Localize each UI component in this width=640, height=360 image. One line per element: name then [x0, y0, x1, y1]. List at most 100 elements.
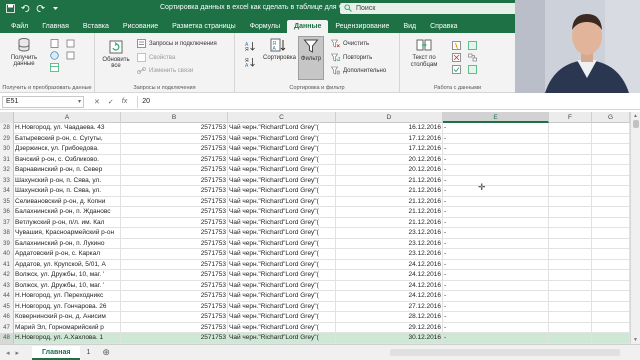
cell-b[interactable]: 2571753	[121, 175, 228, 186]
data-validation-button[interactable]	[452, 65, 461, 74]
cell-a[interactable]: Чувашия, Красноармейский р-он	[14, 228, 121, 239]
cell-e[interactable]: -	[443, 186, 549, 197]
cell-f[interactable]	[549, 280, 592, 291]
table-row[interactable]: 36 Балахнинский р-он, п. Ждановс 2571753 Ча…	[0, 207, 630, 218]
tab-view[interactable]: Вид	[396, 23, 423, 33]
table-row[interactable]: 40 Ардатовский р-он, с. Каркал 2571753 Чай …	[0, 249, 630, 260]
cell-g[interactable]	[592, 259, 630, 270]
cell-c[interactable]: Чай черн."Richard"Lord Grey"(	[228, 238, 336, 249]
cell-c[interactable]: Чай черн."Richard"Lord Grey"(	[228, 144, 336, 155]
table-row[interactable]: 28 Н.Новгород, ул. Чаадаева. 43 2571753 Чай…	[0, 123, 630, 134]
table-row[interactable]: 31 Вачский р-он, с. Озбликово. 2571753 Чай …	[0, 154, 630, 165]
from-text-button[interactable]	[50, 39, 59, 48]
cell-c[interactable]: Чай черн."Richard"Lord Grey"(	[228, 291, 336, 302]
table-row[interactable]: 34 Шахунский р-он, п. Сява, ул. 2571753 Чай…	[0, 186, 630, 197]
tab-draw[interactable]: Рисование	[116, 23, 165, 33]
cell-g[interactable]	[592, 133, 630, 144]
row-header[interactable]: 32	[0, 165, 14, 176]
chevron-down-icon[interactable]: ▾	[78, 97, 81, 107]
cell-d[interactable]: 24.12.2016	[336, 259, 443, 270]
edit-links-button[interactable]: Изменить связи	[137, 66, 193, 75]
cell-g[interactable]	[592, 154, 630, 165]
cell-a[interactable]: Шахунский р-он, п. Сява, ул.	[14, 186, 121, 197]
cell-a[interactable]: Варнавинский р-он, п. Север	[14, 165, 121, 176]
table-row[interactable]: 44 Н.Новгород, ул. Переходникс 2571753 Чай …	[0, 291, 630, 302]
cell-e[interactable]: -	[443, 259, 549, 270]
cell-f[interactable]	[549, 333, 592, 344]
table-row[interactable]: 43 Волжск, ул. Дружбы, 10, маг. ' 2571753 Ч…	[0, 280, 630, 291]
advanced-filter-button[interactable]: Дополнительно	[331, 66, 386, 75]
cell-f[interactable]	[549, 123, 592, 134]
cell-a[interactable]: Балахнинский р-он, п. Лукино	[14, 238, 121, 249]
cell-e[interactable]: -	[443, 196, 549, 207]
cell-a[interactable]: Ардатов, ул. Крупской, 5/01, А	[14, 259, 121, 270]
table-row[interactable]: 39 Балахнинский р-он, п. Лукино 2571753 Чай…	[0, 238, 630, 249]
sheet-next-icon[interactable]: ▸	[16, 349, 20, 357]
get-data-button[interactable]: Получить данные	[6, 37, 42, 67]
cell-f[interactable]	[549, 249, 592, 260]
cell-g[interactable]	[592, 333, 630, 344]
cell-d[interactable]: 21.12.2016	[336, 217, 443, 228]
sort-desc-button[interactable]: ЯА	[245, 57, 255, 67]
row-header[interactable]: 47	[0, 322, 14, 333]
cell-c[interactable]: Чай черн."Richard"Lord Grey"(	[228, 333, 336, 344]
cell-d[interactable]: 21.12.2016	[336, 186, 443, 197]
cell-a[interactable]: Н.Новгород, ул. Переходникс	[14, 291, 121, 302]
cell-f[interactable]	[549, 196, 592, 207]
cell-d[interactable]: 16.12.2016	[336, 123, 443, 134]
search-box[interactable]: Поиск	[340, 3, 520, 14]
formula-input[interactable]: 20	[137, 95, 640, 108]
cell-d[interactable]: 21.12.2016	[336, 207, 443, 218]
cell-f[interactable]	[549, 165, 592, 176]
cell-c[interactable]: Чай черн."Richard"Lord Grey"(	[228, 249, 336, 260]
column-header-b[interactable]: B	[121, 112, 228, 123]
cell-d[interactable]: 30.12.2016	[336, 333, 443, 344]
row-header[interactable]: 40	[0, 249, 14, 260]
row-header[interactable]: 43	[0, 280, 14, 291]
cell-e[interactable]: -	[443, 123, 549, 134]
flash-fill-button[interactable]	[452, 41, 461, 50]
queries-connections-button[interactable]: Запросы и подключения	[137, 39, 217, 48]
cell-b[interactable]: 2571753	[121, 165, 228, 176]
cell-g[interactable]	[592, 217, 630, 228]
row-header[interactable]: 34	[0, 186, 14, 197]
cell-d[interactable]: 17.12.2016	[336, 133, 443, 144]
table-row[interactable]: 42 Волжск, ул. Дружбы, 10, маг. ' 2571753 Ч…	[0, 270, 630, 281]
cell-c[interactable]: Чай черн."Richard"Lord Grey"(	[228, 228, 336, 239]
cell-g[interactable]	[592, 322, 630, 333]
cell-a[interactable]: Шахунский р-он, п. Сява, ул.	[14, 175, 121, 186]
tab-review[interactable]: Рецензирование	[328, 23, 396, 33]
sheet-tab-other[interactable]: 1	[80, 349, 96, 356]
cell-c[interactable]: Чай черн."Richard"Lord Grey"(	[228, 175, 336, 186]
vertical-scrollbar[interactable]: ▲ ▼	[630, 112, 640, 344]
cell-f[interactable]	[549, 207, 592, 218]
cell-d[interactable]: 17.12.2016	[336, 144, 443, 155]
cell-b[interactable]: 2571753	[121, 207, 228, 218]
cell-f[interactable]	[549, 270, 592, 281]
cell-e[interactable]: -	[443, 291, 549, 302]
cell-a[interactable]: Селивановский р-он, д. Копни	[14, 196, 121, 207]
row-header[interactable]: 39	[0, 238, 14, 249]
sheet-tab-active[interactable]: Главная	[32, 345, 81, 360]
cell-g[interactable]	[592, 123, 630, 134]
cell-e[interactable]: -	[443, 249, 549, 260]
cell-e[interactable]: -	[443, 175, 549, 186]
cell-d[interactable]: 20.12.2016	[336, 154, 443, 165]
table-row[interactable]: 33 Шахунский р-он, п. Сява, ул. 2571753 Чай…	[0, 175, 630, 186]
cell-d[interactable]: 23.12.2016	[336, 249, 443, 260]
cell-e[interactable]: -	[443, 270, 549, 281]
cell-e[interactable]: -	[443, 207, 549, 218]
text-to-columns-button[interactable]: Текст по столбцам	[404, 37, 444, 69]
table-row[interactable]: 35 Селивановский р-он, д. Копни 2571753 Чай…	[0, 196, 630, 207]
select-all-corner[interactable]	[0, 112, 14, 123]
cell-c[interactable]: Чай черн."Richard"Lord Grey"(	[228, 280, 336, 291]
cell-g[interactable]	[592, 186, 630, 197]
cell-g[interactable]	[592, 238, 630, 249]
customize-qat-icon[interactable]	[51, 4, 60, 13]
cell-a[interactable]: Балахнинский р-он, п. Ждановс	[14, 207, 121, 218]
cell-g[interactable]	[592, 291, 630, 302]
cell-f[interactable]	[549, 228, 592, 239]
row-header[interactable]: 35	[0, 196, 14, 207]
cell-b[interactable]: 2571753	[121, 144, 228, 155]
cell-c[interactable]: Чай черн."Richard"Lord Grey"(	[228, 217, 336, 228]
